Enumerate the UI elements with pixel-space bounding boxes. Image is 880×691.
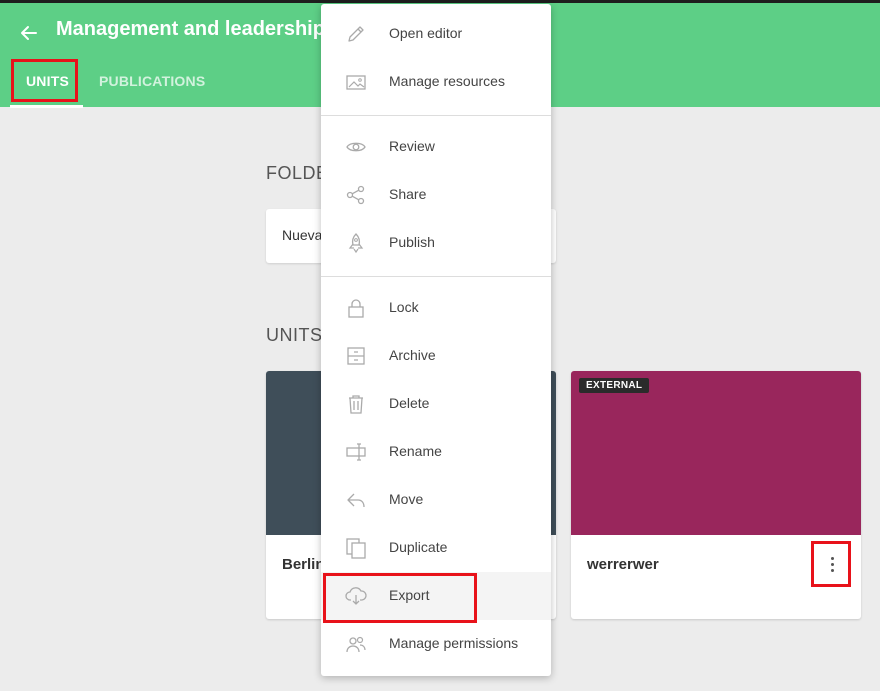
context-menu: Open editor Manage resources Review Shar… (321, 4, 551, 676)
archive-icon (345, 345, 367, 367)
menu-item-lock[interactable]: Lock (321, 284, 551, 332)
menu-item-move[interactable]: Move (321, 476, 551, 524)
lock-icon (345, 297, 367, 319)
menu-item-label: Manage resources (389, 73, 505, 89)
users-icon (345, 633, 367, 655)
page-title: Management and leadership (56, 18, 325, 40)
menu-item-share[interactable]: Share (321, 171, 551, 219)
unit-thumbnail (571, 371, 861, 535)
unit-name: werrerwer (587, 556, 659, 573)
menu-item-label: Rename (389, 443, 442, 459)
active-tab-indicator (10, 105, 83, 108)
duplicate-icon (345, 537, 367, 559)
menu-item-label: Move (389, 491, 424, 507)
menu-item-review[interactable]: Review (321, 123, 551, 171)
menu-item-label: Open editor (389, 25, 463, 41)
menu-item-manage-permissions[interactable]: Manage permissions (321, 620, 551, 668)
menu-item-label: Delete (389, 395, 430, 411)
menu-item-export[interactable]: Export (321, 572, 551, 620)
menu-divider (321, 115, 551, 116)
rocket-icon (345, 232, 367, 254)
menu-item-label: Duplicate (389, 539, 448, 555)
back-arrow-icon[interactable] (18, 22, 40, 44)
menu-item-delete[interactable]: Delete (321, 380, 551, 428)
menu-item-label: Share (389, 186, 427, 202)
menu-item-label: Archive (389, 347, 436, 363)
rename-icon (345, 441, 367, 463)
menu-item-label: Lock (389, 299, 419, 315)
menu-item-publish[interactable]: Publish (321, 219, 551, 267)
unit-name: Berlin (282, 556, 325, 573)
menu-item-archive[interactable]: Archive (321, 332, 551, 380)
cloud-download-icon (345, 585, 367, 607)
folders-heading: FOLDE (266, 163, 329, 183)
folder-name: Nueva (282, 227, 323, 243)
image-icon (345, 71, 367, 93)
menu-item-open-editor[interactable]: Open editor (321, 10, 551, 58)
units-heading: UNITS (266, 325, 323, 345)
menu-item-label: Manage permissions (389, 635, 519, 651)
menu-item-label: Publish (389, 234, 435, 250)
trash-icon (345, 393, 367, 415)
menu-item-label: Review (389, 138, 435, 154)
tab-units[interactable]: UNITS (26, 73, 69, 89)
share-icon (345, 184, 367, 206)
more-options-icon[interactable] (823, 551, 843, 577)
menu-item-duplicate[interactable]: Duplicate (321, 524, 551, 572)
menu-item-rename[interactable]: Rename (321, 428, 551, 476)
unit-card-werrerwer[interactable]: EXTERNAL werrerwer (571, 371, 861, 619)
external-badge: EXTERNAL (579, 378, 650, 393)
pencil-icon (345, 23, 367, 45)
menu-divider (321, 276, 551, 277)
tab-publications[interactable]: PUBLICATIONS (99, 73, 205, 89)
menu-item-label: Export (389, 587, 430, 603)
eye-icon (345, 136, 367, 158)
menu-item-manage-resources[interactable]: Manage resources (321, 58, 551, 106)
move-icon (345, 489, 367, 511)
